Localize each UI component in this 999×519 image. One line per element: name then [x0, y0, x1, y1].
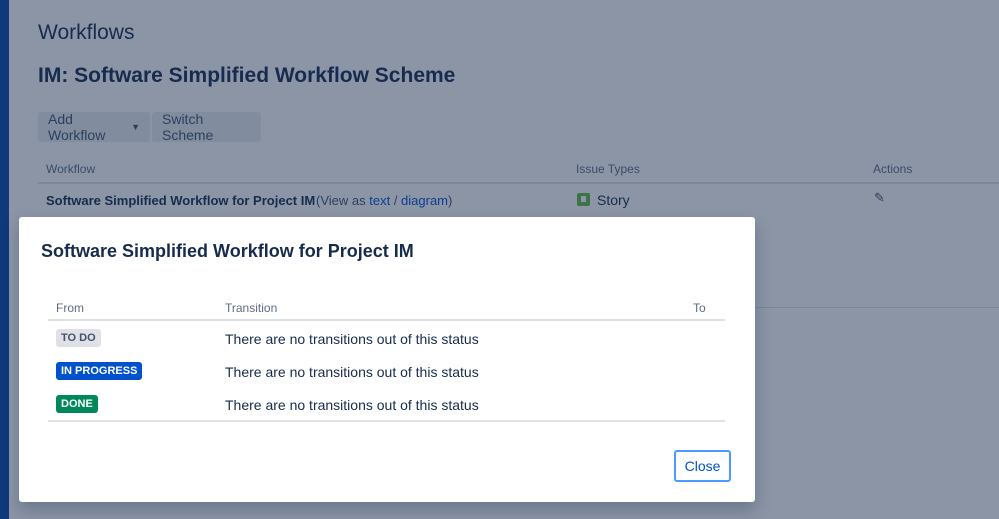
header-from: From — [56, 301, 84, 315]
transition-text: There are no transitions out of this sta… — [225, 331, 479, 347]
status-lozenge-todo: TO DO — [56, 329, 101, 347]
transition-text: There are no transitions out of this sta… — [225, 364, 479, 380]
header-transition: Transition — [225, 301, 278, 315]
workflow-dialog: Software Simplified Workflow for Project… — [19, 217, 755, 502]
status-lozenge-done: DONE — [56, 395, 98, 413]
status-lozenge-in-progress: IN PROGRESS — [56, 362, 143, 380]
dialog-title: Software Simplified Workflow for Project… — [41, 241, 414, 261]
transitions-table-header: From Transition To — [48, 297, 725, 321]
transitions-table: From Transition To TO DO There are no tr… — [48, 297, 725, 422]
transition-text: There are no transitions out of this sta… — [225, 397, 479, 413]
table-row: TO DO There are no transitions out of th… — [48, 321, 725, 354]
header-to: To — [693, 301, 706, 315]
close-button[interactable]: Close — [674, 450, 731, 482]
table-row: IN PROGRESS There are no transitions out… — [48, 354, 725, 387]
table-row: DONE There are no transitions out of thi… — [48, 387, 725, 420]
table-bottom-border — [48, 420, 725, 422]
